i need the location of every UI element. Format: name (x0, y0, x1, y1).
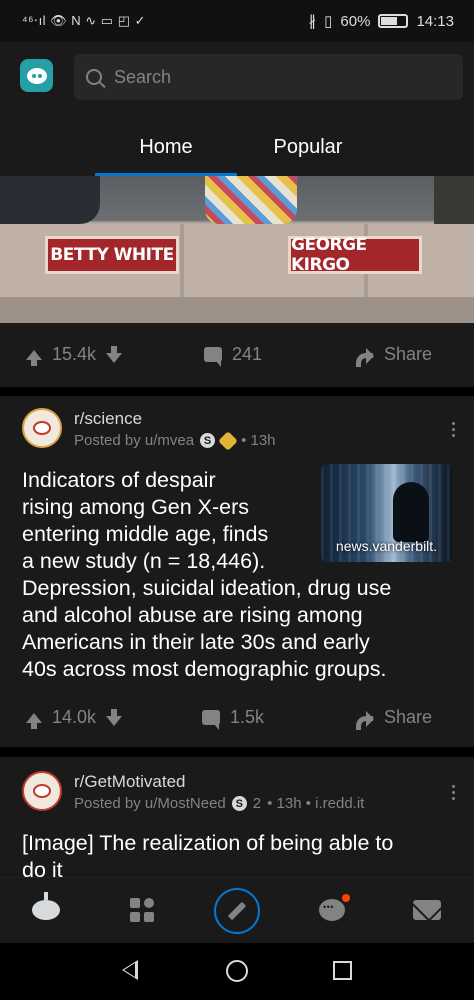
search-placeholder: Search (114, 66, 172, 87)
system-nav-bar (0, 943, 474, 1000)
image-desk-shade (0, 297, 474, 323)
post-divider (0, 747, 474, 757)
comment-count: 1.5k (230, 707, 265, 727)
comments-button[interactable]: 241 (204, 344, 263, 367)
app-header: Search Home Popular (0, 42, 474, 176)
search-icon (86, 69, 102, 85)
bluetooth-icon: ∦ (308, 13, 317, 30)
comment-icon (204, 347, 222, 367)
vote-count: 15.4k (52, 344, 97, 364)
home-circle-icon[interactable] (226, 960, 248, 982)
post-meta: Posted by u/MostNeed S 2 • 13h • i.redd.… (74, 795, 364, 812)
inbox-icon[interactable] (407, 890, 447, 930)
comment-icon (202, 710, 220, 730)
title-line: a new study (n = 18,446). (22, 549, 266, 573)
title-line: do it (22, 858, 63, 877)
post-title-continued[interactable]: Depression, suicidal ideation, drug use … (22, 575, 462, 683)
post-actions: 15.4k 241 Share (0, 323, 474, 387)
chat-icon[interactable] (312, 890, 352, 930)
author[interactable]: Posted by u/mvea (74, 432, 194, 449)
share-label: Share (384, 344, 433, 364)
thumbnail-domain: news.vanderbilt. (335, 538, 438, 554)
status-indicators: ⁴⁶‧ıl 👁 N ∿ ▭ ◰ ✓ (22, 13, 146, 28)
award-gold-icon (218, 430, 238, 451)
post-divider (0, 387, 474, 396)
recents-icon[interactable] (333, 961, 352, 980)
search-input[interactable]: Search (74, 54, 463, 100)
award-count: 2 (252, 795, 262, 812)
vote-count: 14.0k (52, 707, 97, 727)
nameplate: GEORGE KIRGO (288, 235, 422, 275)
post-title[interactable]: [Image] The realization of being able to… (22, 830, 462, 877)
title-line: and alcohol abuse are rising among (22, 603, 363, 627)
image-person (434, 176, 474, 224)
communities-icon[interactable] (122, 890, 162, 930)
image-person (0, 176, 100, 224)
bottom-nav (0, 877, 474, 943)
reddit-logo-icon[interactable] (20, 59, 53, 92)
vibrate-icon: ▯ (324, 13, 333, 30)
award-badge: S (231, 796, 247, 811)
battery-percent: 60% (340, 12, 371, 30)
post-age: • 13h • i.redd.it (267, 795, 365, 812)
author[interactable]: Posted by u/MostNeed (74, 795, 226, 812)
subreddit-name[interactable]: r/science (74, 409, 142, 429)
post-image[interactable]: BETTY WHITE GEORGE KIRGO (0, 176, 474, 323)
upvote-icon[interactable] (26, 349, 42, 366)
more-options-icon[interactable] (452, 785, 456, 800)
title-line: Americans in their late 30s and early (22, 630, 370, 654)
home-icon[interactable] (26, 890, 66, 930)
link-thumbnail[interactable]: news.vanderbilt. (321, 464, 452, 562)
thumbnail-figure (393, 482, 429, 542)
clock: 14:13 (416, 12, 454, 30)
post-meta: Posted by u/mvea S • 13h (74, 430, 276, 451)
title-line: Depression, suicidal ideation, drug use (22, 576, 392, 600)
downvote-icon[interactable] (106, 709, 123, 726)
image-person (205, 176, 297, 224)
post-card[interactable]: r/GetMotivated Posted by u/MostNeed S 2 … (0, 757, 474, 877)
tab-popular[interactable]: Popular (237, 136, 379, 159)
back-icon[interactable] (122, 960, 138, 980)
title-line: 40s across most demographic groups. (22, 657, 387, 681)
share-icon (354, 710, 374, 730)
more-options-icon[interactable] (452, 422, 456, 437)
title-line: [Image] The realization of being able to (22, 831, 394, 855)
subreddit-avatar[interactable] (22, 408, 62, 448)
title-line: rising among Gen X-ers (22, 495, 250, 519)
upvote-icon[interactable] (26, 712, 42, 729)
downvote-icon[interactable] (106, 346, 123, 363)
share-button[interactable]: Share (354, 707, 433, 730)
subreddit-name[interactable]: r/GetMotivated (74, 772, 186, 792)
title-line: Indicators of despair (22, 468, 216, 492)
create-post-icon[interactable] (214, 888, 260, 934)
post-title[interactable]: Indicators of despair rising among Gen X… (22, 467, 322, 575)
notification-dot (342, 894, 350, 902)
comments-button[interactable]: 1.5k (202, 707, 265, 730)
share-icon (354, 347, 374, 367)
tab-home[interactable]: Home (95, 136, 237, 159)
share-label: Share (384, 707, 433, 727)
post-age: • 13h (241, 432, 276, 449)
award-badge: S (200, 433, 216, 448)
post-actions: 14.0k 1.5k Share (0, 686, 474, 750)
share-button[interactable]: Share (354, 344, 433, 367)
subreddit-avatar[interactable] (22, 771, 62, 811)
battery-icon (378, 14, 409, 28)
status-bar: ⁴⁶‧ıl 👁 N ∿ ▭ ◰ ✓ ∦ ▯ 60% 14:13 (0, 0, 474, 42)
nameplate: BETTY WHITE (45, 236, 179, 274)
comment-count: 241 (232, 344, 263, 364)
feed-tabs: Home Popular (0, 130, 474, 176)
title-line: entering middle age, finds (22, 522, 269, 546)
